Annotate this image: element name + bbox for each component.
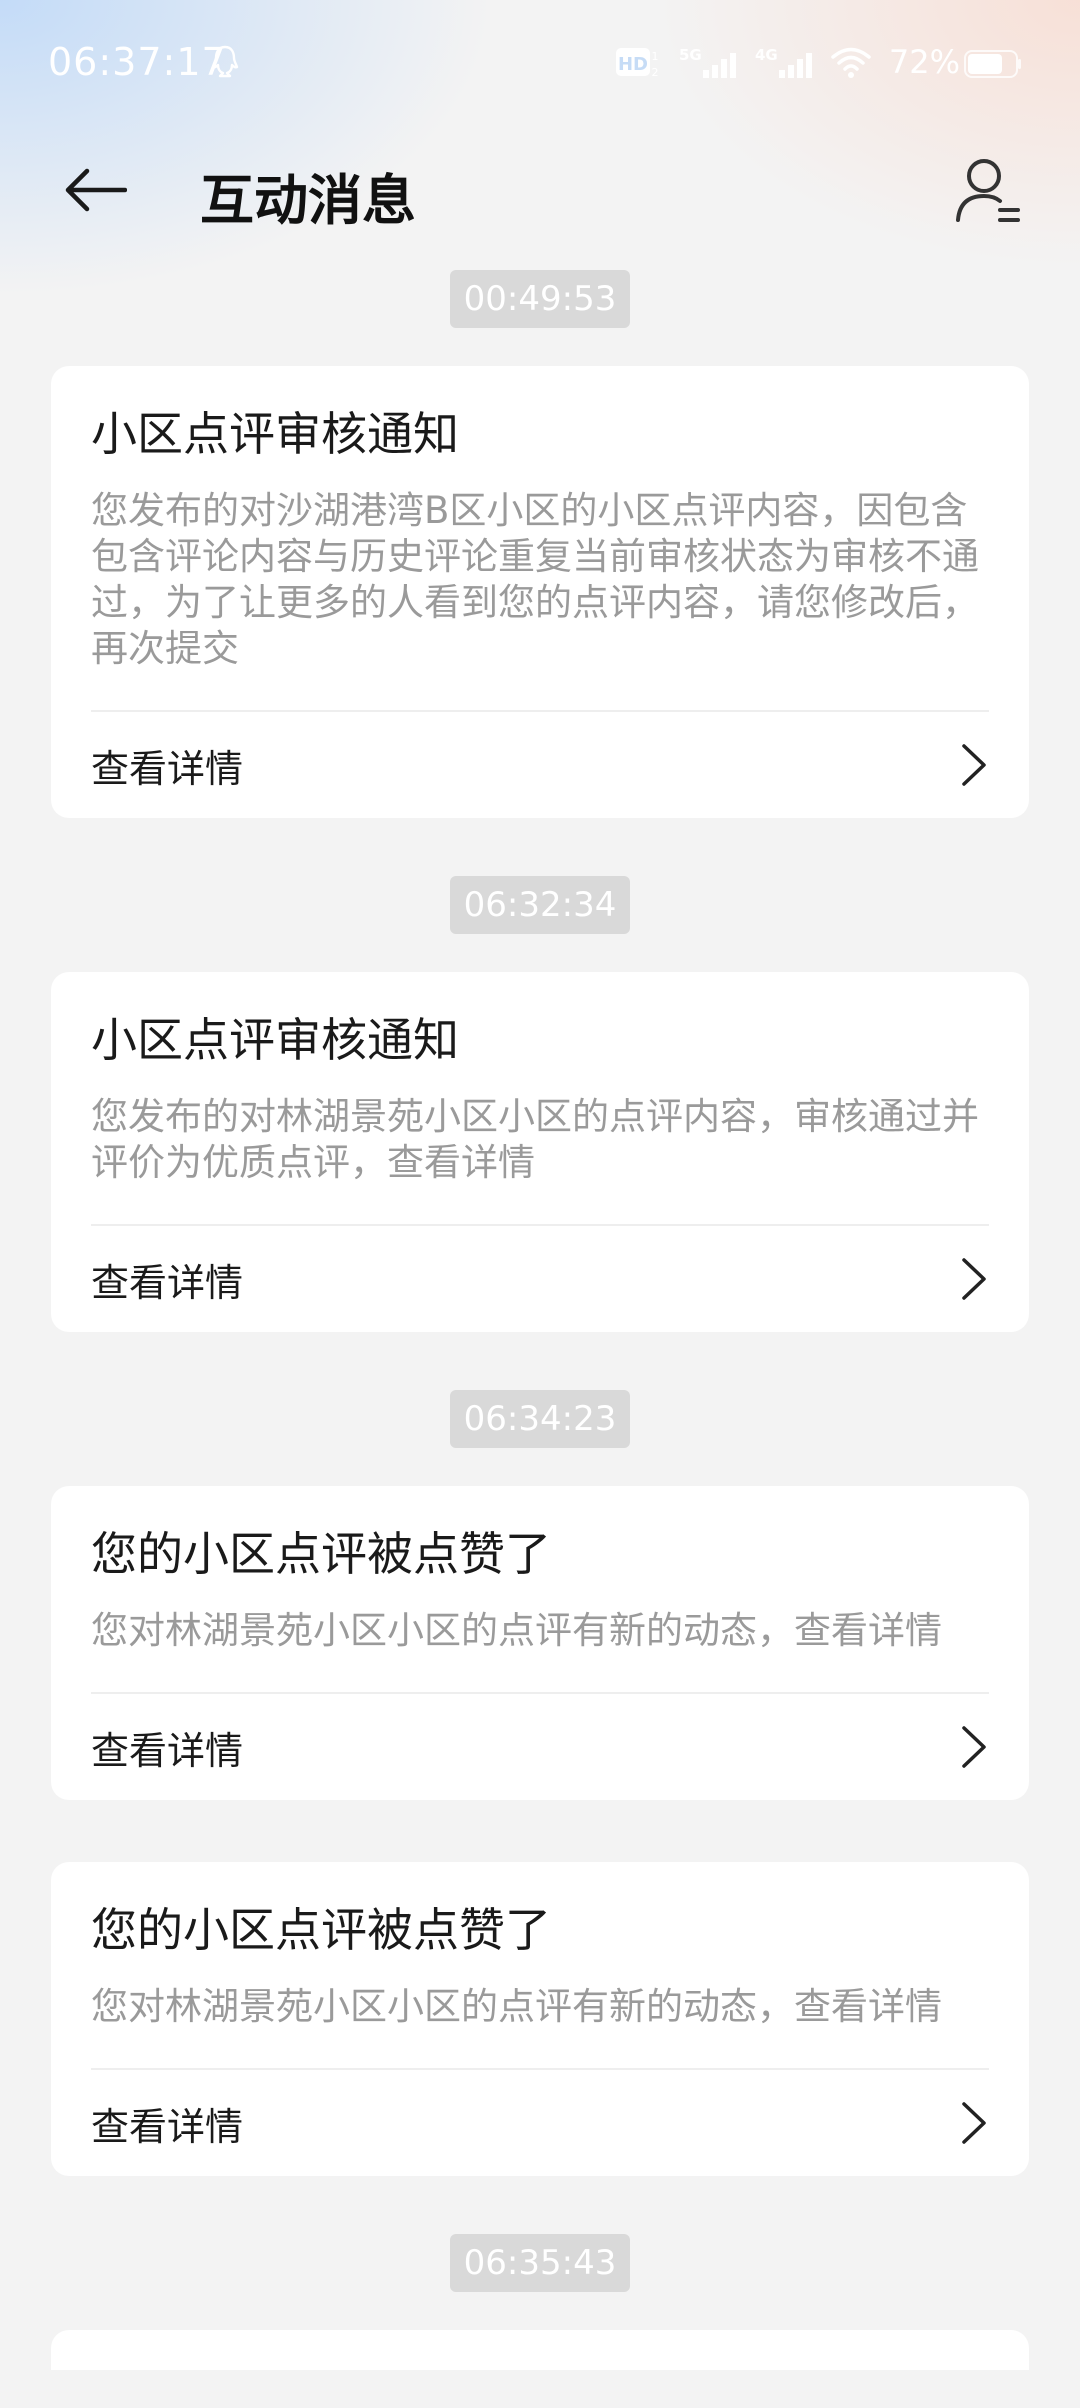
qq-notification-icon — [211, 45, 239, 78]
5g-signal-icon: 5G — [679, 46, 736, 78]
message-card[interactable]: 小区点评审核通知 您发布的对林湖景苑小区小区的点评内容，审核通过并评价为优质点评… — [51, 972, 1029, 1332]
message-body: 您对林湖景苑小区小区的点评有新的动态，查看详情 — [91, 1984, 989, 2070]
time-chip: 06:34:23 — [449, 1390, 631, 1448]
view-details-link[interactable]: 查看详情 — [91, 2096, 243, 2151]
message-card-partial[interactable] — [51, 2330, 1029, 2370]
view-details-link[interactable]: 查看详情 — [91, 1720, 243, 1775]
view-details-row[interactable]: 查看详情 — [91, 1226, 989, 1332]
status-indicators: HD 1 2 5G 4G 72% — [615, 42, 960, 82]
svg-text:1: 1 — [651, 50, 658, 63]
page-title: 互动消息 — [200, 169, 416, 232]
message-title: 小区点评审核通知 — [91, 1013, 459, 1067]
chevron-right-icon — [962, 1258, 986, 1300]
message-card[interactable]: 您的小区点评被点赞了 您对林湖景苑小区小区的点评有新的动态，查看详情 查看详情 — [51, 1486, 1029, 1800]
time-chip: 00:49:53 — [449, 270, 631, 328]
time-chip-row: 00:49:53 — [0, 270, 1080, 328]
time-chip: 06:35:43 — [449, 2234, 631, 2292]
back-button[interactable] — [60, 158, 132, 222]
user-icon — [956, 159, 1020, 222]
time-chip-row: 06:34:23 — [0, 1390, 1080, 1448]
message-title: 小区点评审核通知 — [91, 407, 459, 461]
nav-bar: 互动消息 — [0, 130, 1080, 250]
time-chip: 06:32:34 — [449, 876, 631, 934]
chevron-right-icon — [962, 2102, 986, 2144]
battery-percent: 72% — [888, 43, 960, 81]
chevron-right-icon — [962, 744, 986, 786]
time-chip-row: 06:35:43 — [0, 2234, 1080, 2292]
wifi-icon — [831, 47, 871, 78]
hd-voice-icon: HD 1 2 — [615, 48, 658, 79]
message-card[interactable]: 您的小区点评被点赞了 您对林湖景苑小区小区的点评有新的动态，查看详情 查看详情 — [51, 1862, 1029, 2176]
view-details-row[interactable]: 查看详情 — [91, 712, 989, 818]
message-title: 您的小区点评被点赞了 — [91, 1903, 551, 1957]
4g-signal-icon: 4G — [755, 46, 812, 78]
time-chip-row: 06:32:34 — [0, 876, 1080, 934]
battery-icon — [964, 50, 1021, 78]
svg-text:2: 2 — [651, 66, 658, 79]
chevron-right-icon — [962, 1726, 986, 1768]
status-bar: 06:37:17 HD 1 2 5G 4G 72% — [0, 0, 1080, 130]
message-body: 您对林湖景苑小区小区的点评有新的动态，查看详情 — [91, 1608, 989, 1694]
view-details-link[interactable]: 查看详情 — [91, 738, 243, 793]
message-body: 您发布的对沙湖港湾B区小区的小区点评内容，因包含包含评论内容与历史评论重复当前审… — [91, 488, 989, 712]
5g-label: 5G — [679, 46, 702, 64]
status-time: 06:37:17 — [48, 40, 227, 84]
hd-label: HD — [618, 54, 648, 75]
view-details-row[interactable]: 查看详情 — [91, 2070, 989, 2176]
user-settings-button[interactable] — [952, 154, 1028, 230]
4g-label: 4G — [755, 46, 778, 64]
message-body: 您发布的对林湖景苑小区小区的点评内容，审核通过并评价为优质点评，查看详情 — [91, 1094, 989, 1226]
message-card[interactable]: 小区点评审核通知 您发布的对沙湖港湾B区小区的小区点评内容，因包含包含评论内容与… — [51, 366, 1029, 818]
view-details-link[interactable]: 查看详情 — [91, 1252, 243, 1307]
message-feed[interactable]: 00:49:53 小区点评审核通知 您发布的对沙湖港湾B区小区的小区点评内容，因… — [0, 270, 1080, 2370]
view-details-row[interactable]: 查看详情 — [91, 1694, 989, 1800]
arrow-left-icon — [65, 168, 127, 212]
message-title: 您的小区点评被点赞了 — [91, 1527, 551, 1581]
